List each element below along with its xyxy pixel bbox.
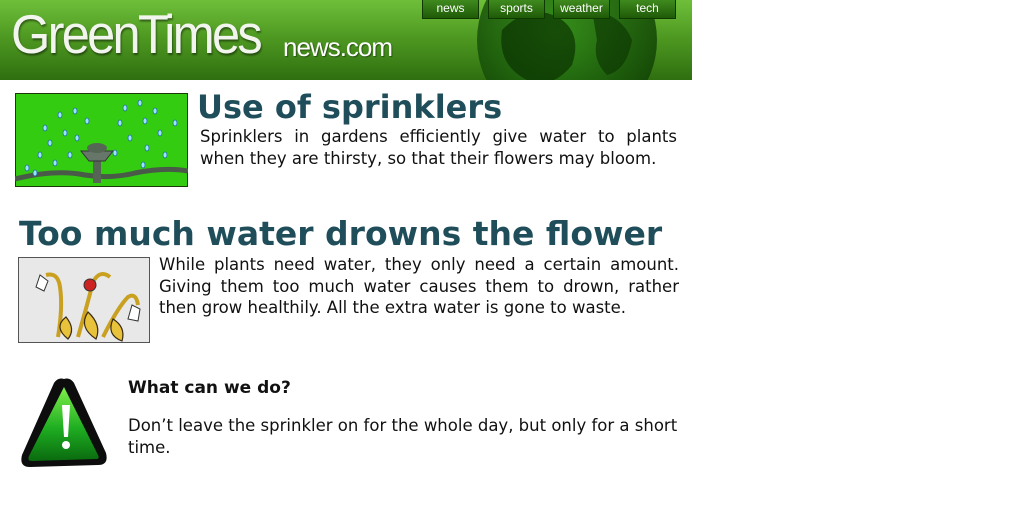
warning-icon <box>21 378 107 467</box>
article-title-sprinklers: Use of sprinklers <box>197 88 503 126</box>
nav-tech[interactable]: tech <box>619 0 676 19</box>
article-title-drowning: Too much water drowns the flower <box>19 214 663 253</box>
sprinkler-image <box>15 93 188 187</box>
brand-main: GreenTimes <box>11 3 263 65</box>
nav-news[interactable]: news <box>422 0 479 19</box>
wilted-flowers-image <box>18 257 150 343</box>
tip-body: Don’t leave the sprinkler on for the who… <box>128 416 678 457</box>
site-header: GreenTimes news.com news sports weather … <box>0 0 692 80</box>
brand-suffix: news.com <box>283 32 393 62</box>
article-body-sprinklers: Sprinklers in gardens efficiently give w… <box>200 127 677 168</box>
tip-heading: What can we do? <box>128 378 291 398</box>
site-logo[interactable]: GreenTimes news.com <box>11 2 393 66</box>
nav-sports[interactable]: sports <box>488 0 545 19</box>
nav-weather[interactable]: weather <box>553 0 610 19</box>
article-body-drowning: While plants need water, they only need … <box>159 255 679 317</box>
